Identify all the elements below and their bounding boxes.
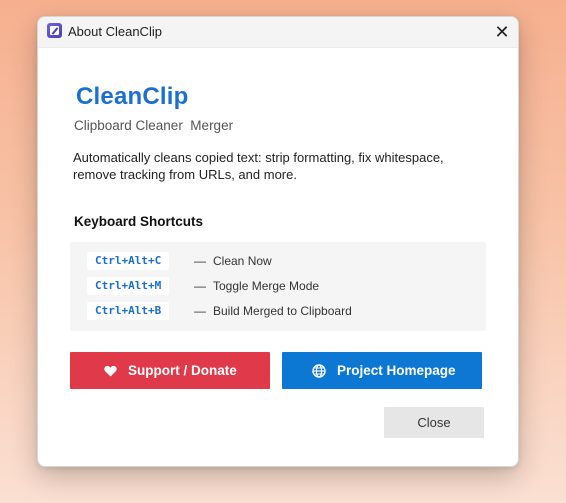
about-dialog: About CleanClip ✕ CleanClip Clipboard Cl… (37, 16, 519, 467)
support-donate-button[interactable]: Support / Donate (70, 352, 270, 389)
shortcut-dash: — (194, 304, 206, 318)
shortcut-keys: Ctrl+Alt+B (87, 302, 170, 320)
globe-icon (312, 364, 326, 378)
shortcut-dash: — (194, 254, 206, 268)
project-homepage-label: Project Homepage (337, 363, 456, 378)
title-bar: About CleanClip ✕ (38, 17, 518, 48)
shortcuts-heading: Keyboard Shortcuts (74, 214, 204, 229)
close-icon[interactable]: ✕ (488, 18, 516, 46)
shortcuts-panel: Ctrl+Alt+C — Clean Now Ctrl+Alt+M — Togg… (70, 242, 486, 331)
shortcut-action: Build Merged to Clipboard (213, 304, 352, 318)
project-homepage-button[interactable]: Project Homepage (282, 352, 482, 389)
shortcut-row: Ctrl+Alt+C — Clean Now (70, 252, 486, 270)
window-title: About CleanClip (68, 24, 162, 39)
app-name: CleanClip (76, 83, 189, 110)
shortcut-action: Toggle Merge Mode (213, 279, 320, 293)
shortcut-dash: — (194, 279, 206, 293)
shortcut-keys: Ctrl+Alt+C (87, 252, 170, 270)
close-button[interactable]: Close (384, 407, 484, 438)
app-description: Automatically cleans copied text: strip … (73, 150, 444, 182)
shortcut-row: Ctrl+Alt+M — Toggle Merge Mode (70, 277, 486, 295)
shortcut-action: Clean Now (213, 254, 272, 268)
app-icon (47, 23, 62, 38)
app-subtitle: Clipboard Cleaner Merger (74, 118, 234, 133)
support-donate-label: Support / Donate (128, 363, 237, 378)
shortcut-keys: Ctrl+Alt+M (87, 277, 170, 295)
shortcut-row: Ctrl+Alt+B — Build Merged to Clipboard (70, 302, 486, 320)
heart-icon (104, 365, 117, 377)
